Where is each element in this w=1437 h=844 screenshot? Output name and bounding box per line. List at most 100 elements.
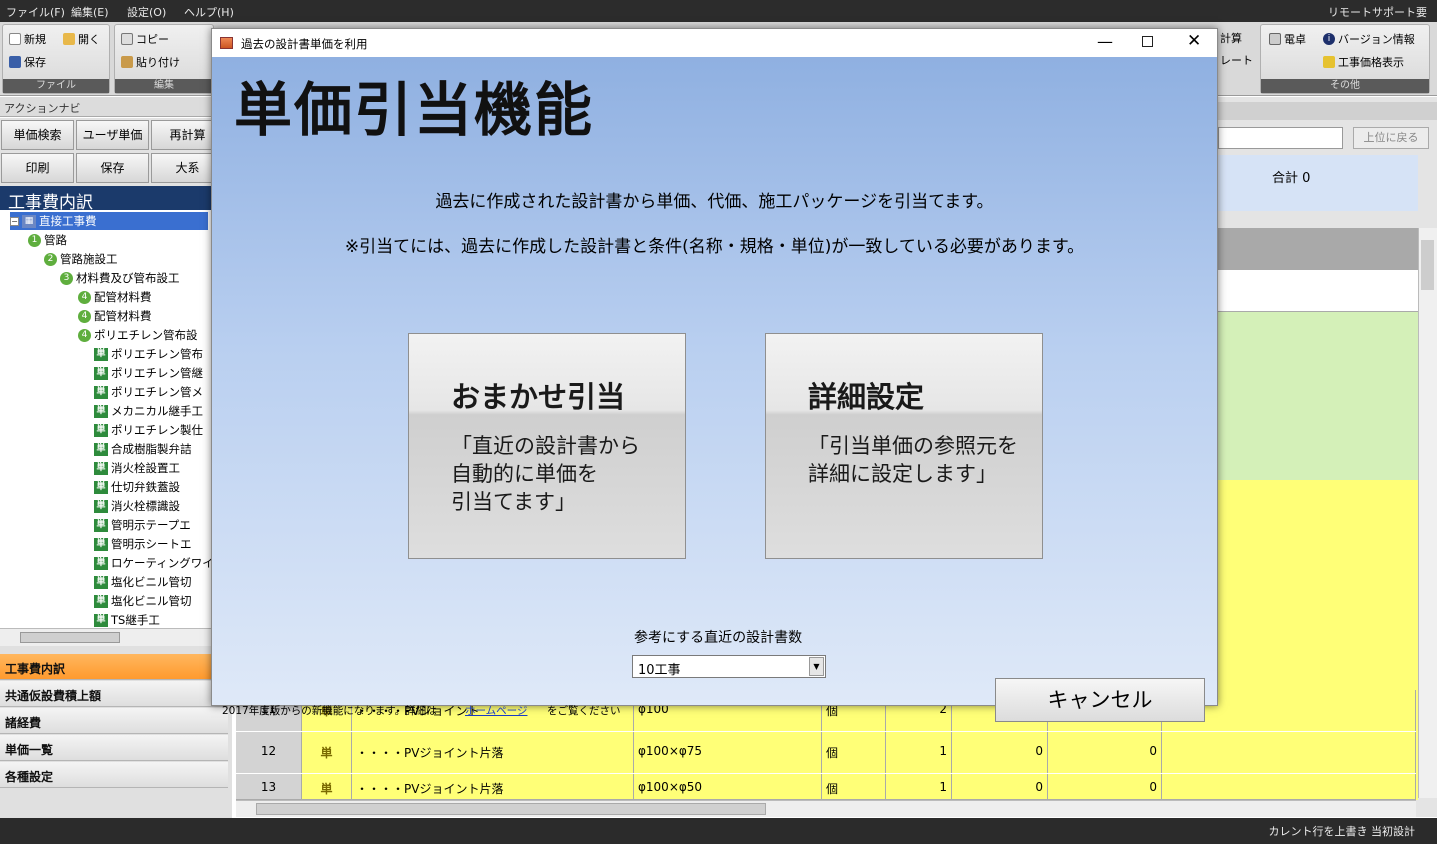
section-overhead[interactable]: 諸経費 bbox=[0, 708, 228, 734]
grid-icon: ▦ bbox=[22, 214, 36, 228]
menu-settings[interactable]: 設定(O) bbox=[127, 4, 166, 20]
recent-count-select[interactable]: 10工事 ▼ bbox=[632, 655, 826, 678]
calculator-button[interactable]: 電卓 bbox=[1269, 31, 1306, 47]
collapse-icon[interactable]: − bbox=[10, 216, 19, 226]
breakdown-title: 工事費内訳 bbox=[0, 186, 212, 213]
tree-node[interactable]: 単ポリエチレン管布 bbox=[94, 345, 203, 363]
ribbon-group-label: その他 bbox=[1261, 79, 1429, 93]
dialog-heading: 単価引当機能 bbox=[234, 76, 595, 144]
scroll-thumb[interactable] bbox=[1421, 240, 1434, 290]
detail-settings-description: 「引当単価の参照元を 詳細に設定します」 bbox=[808, 434, 1018, 486]
open-button[interactable]: 開く bbox=[63, 31, 100, 47]
description-line-1: 過去に作成された設計書から単価、代価、施工パッケージを引当てます。 bbox=[435, 192, 994, 212]
close-icon[interactable]: ✕ bbox=[1187, 31, 1201, 51]
menu-edit[interactable]: 編集(E) bbox=[71, 4, 109, 20]
plate-button-fragment[interactable]: レート bbox=[1220, 52, 1253, 68]
tree-node[interactable]: 4 ポリエチレン管布設 bbox=[78, 326, 198, 344]
tree-node[interactable]: 2 管路施設工 bbox=[44, 250, 118, 268]
tree-node[interactable]: 単メカニカル継手工 bbox=[94, 402, 203, 420]
cancel-button[interactable]: キャンセル bbox=[995, 678, 1205, 722]
unit-item-icon: 単 bbox=[94, 366, 108, 380]
auto-assign-button[interactable]: おまかせ引当 「直近の設計書から 自動的に単価を 引当てます」 bbox=[408, 333, 686, 559]
save-nav-button[interactable]: 保存 bbox=[76, 153, 149, 183]
info-icon: i bbox=[1323, 33, 1335, 45]
tree-node[interactable]: 単ポリエチレン管メ bbox=[94, 383, 203, 401]
description-line-2: ※引当てには、過去に作成した設計書と条件(名称・規格・単位)が一致している必要が… bbox=[344, 237, 1085, 257]
tree-node[interactable]: 単ポリエチレン管継 bbox=[94, 364, 203, 382]
footer-note: 2017年度版からの新機能になります。詳細は bbox=[222, 705, 437, 717]
scroll-thumb[interactable] bbox=[256, 803, 766, 815]
user-price-button[interactable]: ユーザ単価 bbox=[76, 120, 149, 150]
unit-item-icon: 単 bbox=[94, 385, 108, 399]
floppy-icon bbox=[9, 56, 21, 68]
path-field[interactable] bbox=[1218, 127, 1343, 149]
detail-settings-button[interactable]: 詳細設定 「引当単価の参照元を 詳細に設定します」 bbox=[765, 333, 1043, 559]
recalc-button-fragment[interactable]: 計算 bbox=[1220, 30, 1242, 46]
tree-horizontal-scrollbar[interactable] bbox=[0, 628, 212, 646]
section-panel: 工事費内訳 共通仮設費積上額 諸経費 単価一覧 各種設定 bbox=[0, 646, 232, 818]
section-breakdown[interactable]: 工事費内訳 bbox=[0, 654, 228, 680]
tree-node[interactable]: 単ロケーティングワイ bbox=[94, 554, 211, 572]
section-settings[interactable]: 各種設定 bbox=[0, 762, 228, 788]
ribbon-group-edit: コピー 貼り付け 編集 bbox=[114, 24, 214, 94]
tree-node[interactable]: 1 管路 bbox=[28, 231, 67, 249]
section-temporary-cost[interactable]: 共通仮設費積上額 bbox=[0, 681, 228, 707]
chevron-down-icon[interactable]: ▼ bbox=[809, 657, 824, 676]
copy-icon bbox=[121, 33, 133, 45]
paste-button[interactable]: 貼り付け bbox=[121, 54, 180, 70]
grid-vertical-scrollbar[interactable] bbox=[1418, 228, 1437, 798]
tree-node[interactable]: 3 材料費及び管布設工 bbox=[60, 269, 180, 287]
new-file-icon bbox=[9, 33, 21, 45]
tree-node[interactable]: 単管明示シートエ bbox=[94, 535, 192, 553]
menu-bar: ファイル(F) 編集(E) 設定(O) ヘルプ(H) リモートサポート要求 bbox=[0, 0, 1437, 35]
tree-node[interactable]: 4 配管材料費 bbox=[78, 307, 152, 325]
table-row[interactable]: 12 単 ・・・・PVジョイント片落 φ100×φ75 個 1 0 0 bbox=[236, 732, 1416, 773]
tree-node[interactable]: 単管明示テープエ bbox=[94, 516, 191, 534]
tree-node[interactable]: 4 配管材料費 bbox=[78, 288, 152, 306]
ribbon-group-label: 編集 bbox=[115, 79, 213, 93]
tree-node[interactable]: 単仕切弁鉄蓋設 bbox=[94, 478, 180, 496]
tree-node[interactable]: 単合成樹脂製弁詰 bbox=[94, 440, 192, 458]
dialog-body: 単価引当機能 過去に作成された設計書から単価、代価、施工パッケージを引当てます。… bbox=[212, 57, 1217, 722]
yen-icon bbox=[1323, 56, 1335, 68]
tree-node[interactable]: 単消火栓標識設 bbox=[94, 497, 180, 515]
minimize-icon[interactable]: — bbox=[1097, 32, 1113, 51]
tree-node[interactable]: 単塩化ビニル管切 bbox=[94, 592, 192, 610]
unit-item-icon: 単 bbox=[94, 518, 108, 532]
tree-view: − ▦ 直接工事費 1 管路 2 管路施設工 3 材料費及び管布設工 4 配管材料費 4 配管… bbox=[0, 210, 212, 628]
unit-price-search-button[interactable]: 単価検索 bbox=[1, 120, 74, 150]
save-button[interactable]: 保存 bbox=[9, 54, 46, 70]
unit-item-icon: 単 bbox=[94, 613, 108, 627]
section-price-list[interactable]: 単価一覧 bbox=[0, 735, 228, 761]
dialog-titlebar[interactable]: 過去の設計書単価を利用 — ✕ bbox=[212, 29, 1217, 57]
scroll-thumb[interactable] bbox=[20, 632, 120, 643]
calculator-icon bbox=[1269, 33, 1281, 45]
table-row[interactable]: 13 単 ・・・・PVジョイント片落 φ100×φ50 個 1 0 0 bbox=[236, 774, 1416, 800]
menu-file[interactable]: ファイル(F) bbox=[6, 4, 65, 20]
print-button[interactable]: 印刷 bbox=[1, 153, 74, 183]
tree-node[interactable]: − ▦ 直接工事費 bbox=[10, 212, 208, 230]
status-bar: カレント行を上書き 当初設計 bbox=[0, 818, 1437, 844]
unit-item-icon: 単 bbox=[94, 347, 108, 361]
tree-node[interactable]: 単消火栓設置工 bbox=[94, 459, 180, 477]
tree-node[interactable]: 単ポリエチレン製仕 bbox=[94, 421, 203, 439]
grid-horizontal-scrollbar[interactable] bbox=[236, 800, 1416, 817]
ribbon-group-file: 新規 開く 保存 ファイル bbox=[2, 24, 110, 94]
unit-item-icon: 単 bbox=[94, 404, 108, 418]
maximize-icon[interactable] bbox=[1142, 36, 1153, 47]
new-button[interactable]: 新規 bbox=[9, 31, 46, 47]
price-display-button[interactable]: 工事価格表示 bbox=[1323, 54, 1404, 70]
reuse-price-dialog: 過去の設計書単価を利用 — ✕ 単価引当機能 過去に作成された設計書から単価、代… bbox=[211, 28, 1218, 722]
unit-item-icon: 単 bbox=[94, 423, 108, 437]
version-info-button[interactable]: i バージョン情報 bbox=[1323, 31, 1415, 47]
homepage-link[interactable]: ホームページ bbox=[465, 703, 527, 718]
grid-row-white bbox=[1218, 270, 1418, 312]
back-to-parent-button[interactable]: 上位に戻る bbox=[1353, 127, 1429, 149]
action-navi-title: アクションナビ bbox=[0, 97, 232, 117]
detail-settings-title: 詳細設定 bbox=[808, 380, 925, 414]
auto-assign-title: おまかせ引当 bbox=[451, 380, 626, 414]
tree-node[interactable]: 単塩化ビニル管切 bbox=[94, 573, 192, 591]
tree-node[interactable]: 単 TS継手工 bbox=[94, 611, 160, 628]
menu-help[interactable]: ヘルプ(H) bbox=[184, 4, 234, 20]
copy-button[interactable]: コピー bbox=[121, 31, 169, 47]
